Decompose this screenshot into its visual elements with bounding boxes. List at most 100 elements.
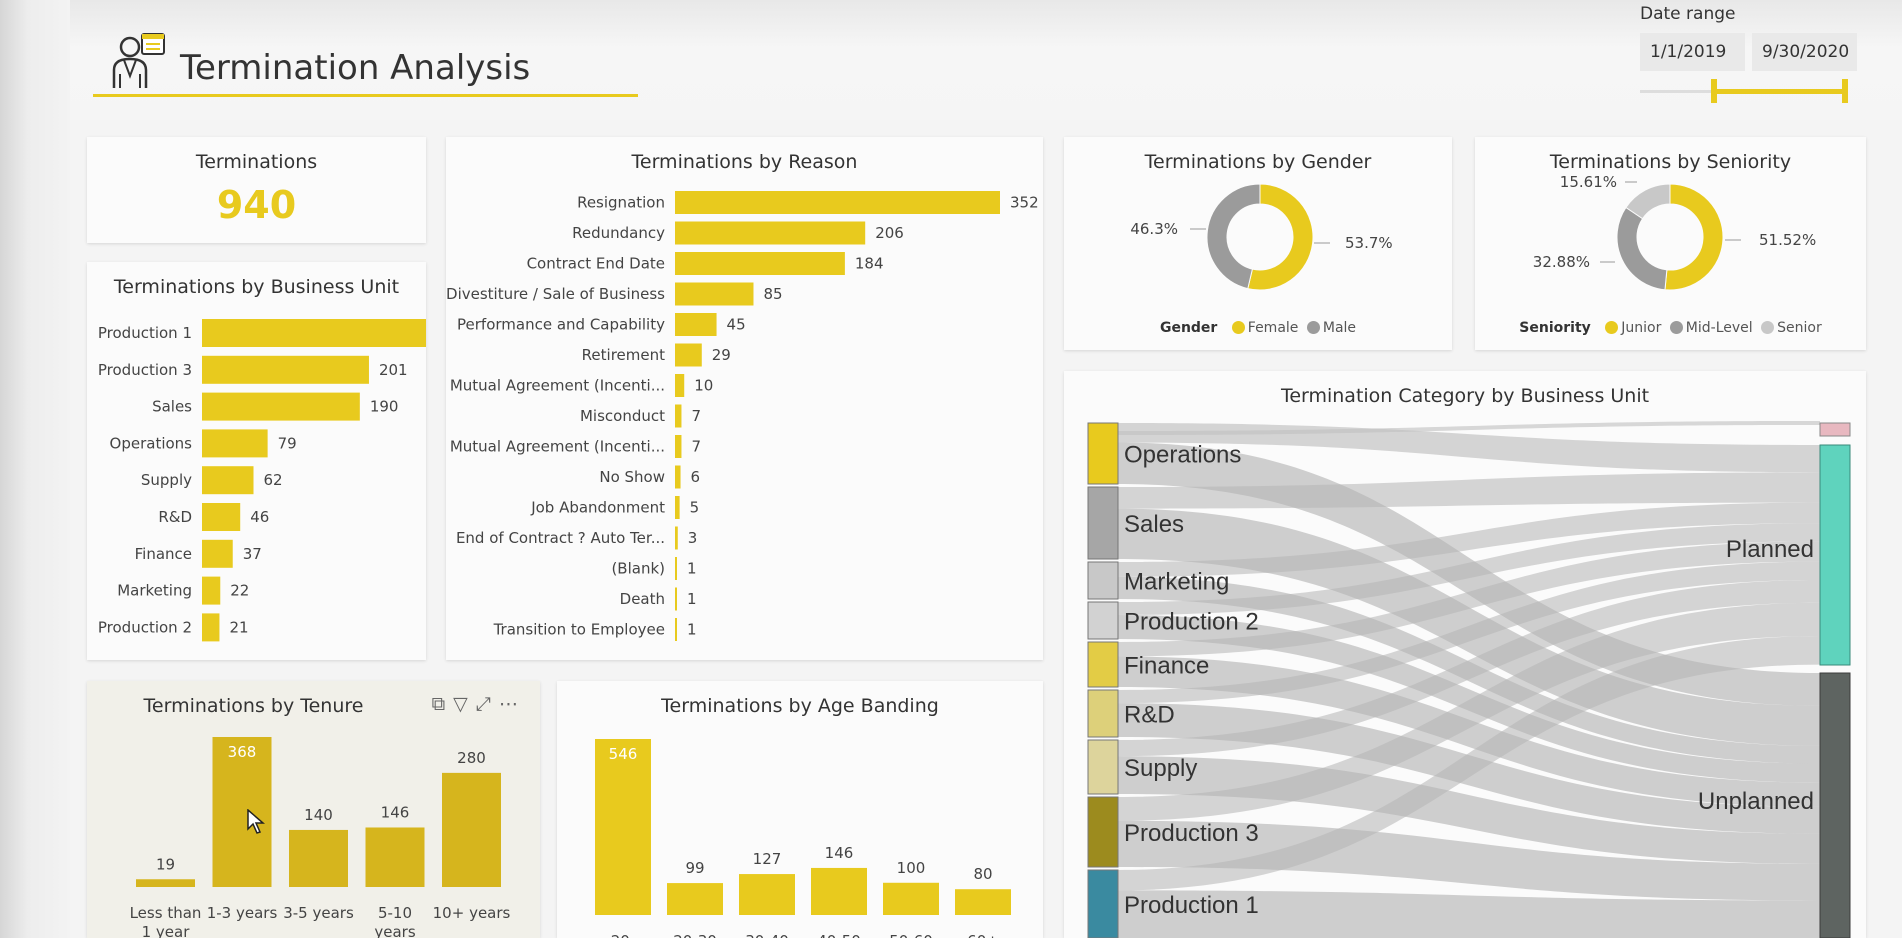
data-label: 19: [156, 855, 175, 873]
sankey-target-label: Planned: [1726, 536, 1814, 563]
tenure-card: Terminations by Tenure ⧉▽⤢⋯ 19 Less than 1…: [87, 681, 540, 938]
sankey-card: Termination Category by Business Unit Op…: [1064, 371, 1866, 938]
sankey-source-node[interactable]: [1087, 422, 1119, 485]
bar[interactable]: [202, 466, 254, 495]
data-label: 5: [690, 499, 700, 517]
data-label: 46.3%: [1130, 220, 1178, 238]
bar[interactable]: [667, 883, 723, 915]
reason-chart[interactable]: Resignation 352 Redundancy 206 Contract End …: [446, 137, 1043, 660]
data-label: 1: [687, 590, 697, 608]
bar[interactable]: [202, 539, 233, 568]
category-label: 50-60: [889, 932, 933, 938]
bar[interactable]: [675, 282, 754, 306]
date-slider-start-handle[interactable]: [1711, 79, 1717, 103]
legend-senior[interactable]: Senior: [1777, 320, 1822, 336]
sankey-source-node[interactable]: [1087, 561, 1119, 600]
bar[interactable]: [675, 191, 1000, 214]
bar[interactable]: [675, 221, 866, 245]
bar[interactable]: [442, 772, 501, 887]
category-label: Divestiture / Sale of Business: [446, 285, 665, 303]
bar[interactable]: [202, 576, 221, 605]
gender-donut-chart[interactable]: 53.7% 46.3%: [1064, 137, 1452, 350]
bar[interactable]: [136, 879, 195, 887]
bar[interactable]: [202, 319, 426, 347]
bar[interactable]: [202, 355, 369, 384]
bar[interactable]: [289, 829, 348, 887]
sankey-source-node[interactable]: [1087, 739, 1119, 795]
bar[interactable]: [202, 392, 360, 421]
sankey-source-label: Operations: [1124, 442, 1241, 469]
bar[interactable]: [675, 557, 677, 580]
bar[interactable]: [675, 313, 717, 336]
date-slider-range: [1714, 89, 1846, 94]
bar[interactable]: [675, 404, 682, 428]
bar[interactable]: [675, 526, 678, 550]
legend-mid-level[interactable]: Mid-Level: [1686, 320, 1753, 336]
bar[interactable]: [675, 374, 685, 397]
bar[interactable]: [811, 867, 867, 915]
bar[interactable]: [675, 465, 681, 489]
category-label: Resignation: [577, 194, 665, 212]
category-label: 20-30: [673, 932, 717, 938]
legend-dot-male: [1306, 321, 1320, 334]
bar[interactable]: [675, 343, 702, 367]
category-label: Supply: [141, 471, 192, 489]
date-slider-end-handle[interactable]: [1842, 79, 1848, 103]
sankey-target-node[interactable]: [1819, 444, 1851, 666]
bar[interactable]: [202, 613, 220, 642]
legend-dot-junior: [1605, 321, 1619, 334]
seniority-card: Terminations by Seniority 51.52% 32.88% 15…: [1475, 137, 1866, 350]
data-label: 62: [264, 471, 283, 489]
sankey-source-node[interactable]: [1087, 641, 1119, 688]
bar[interactable]: [202, 503, 241, 531]
bar[interactable]: [675, 435, 682, 458]
legend-title: Seniority: [1519, 320, 1591, 336]
sankey-target-label: Unplanned: [1698, 788, 1814, 815]
donut-slice[interactable]: [1616, 206, 1668, 291]
kpi-value: 940: [216, 183, 297, 227]
category-label: Sales: [152, 398, 192, 416]
bar[interactable]: [955, 889, 1011, 915]
bar[interactable]: [365, 827, 425, 887]
start-date-input[interactable]: 1/1/2019: [1640, 33, 1745, 71]
bar[interactable]: [202, 429, 268, 458]
bar[interactable]: [883, 882, 939, 915]
bar[interactable]: [739, 874, 795, 915]
business-unit-chart[interactable]: Production 1313Production 3201Sales190Op…: [87, 262, 426, 660]
date-range-label: Date range: [1640, 4, 1736, 24]
end-date-input[interactable]: 9/30/2020: [1752, 33, 1857, 71]
legend-male[interactable]: Male: [1323, 320, 1356, 336]
sankey-chart[interactable]: Operations Sales Marketing Production 2 Fina…: [1064, 371, 1866, 938]
category-label: R&D: [158, 508, 192, 526]
category-label: 60+: [967, 932, 999, 938]
sankey-target-node: [1819, 422, 1851, 437]
data-label: 15.61%: [1560, 173, 1617, 191]
tenure-chart[interactable]: 19 Less than1 year 368 1-3 years 140 3-5 year…: [87, 681, 540, 938]
bar[interactable]: [675, 496, 680, 519]
legend-dot-female: [1231, 321, 1245, 334]
bar[interactable]: [595, 739, 651, 915]
bar[interactable]: [675, 618, 677, 641]
legend-junior[interactable]: Junior: [1621, 320, 1661, 336]
seniority-donut-chart[interactable]: 51.52% 32.88% 15.61%: [1475, 137, 1866, 350]
age-banding-chart[interactable]: 546 20- 99 20-30 127 30-40 146 40-50 100 50-60 80 6…: [557, 681, 1043, 938]
donut-slice[interactable]: [1664, 183, 1724, 291]
bar[interactable]: [675, 587, 677, 611]
sankey-target-node[interactable]: [1819, 672, 1851, 938]
sankey-source-node[interactable]: [1087, 601, 1119, 640]
data-label: 146: [825, 844, 854, 862]
bar[interactable]: [675, 252, 845, 275]
legend-female[interactable]: Female: [1248, 320, 1299, 336]
data-label: 127: [753, 850, 782, 868]
sankey-source-node[interactable]: [1087, 796, 1119, 868]
category-label: Contract End Date: [527, 255, 665, 273]
data-label: 7: [691, 438, 701, 456]
data-label: 368: [228, 743, 257, 761]
category-label: Transition to Employee: [493, 621, 665, 639]
sankey-source-label: Marketing: [1124, 569, 1229, 596]
sankey-source-node[interactable]: [1087, 869, 1119, 938]
sankey-source-node[interactable]: [1087, 486, 1119, 560]
sankey-source-label: Production 2: [1124, 609, 1259, 636]
data-label: 7: [691, 407, 701, 425]
sankey-source-node[interactable]: [1087, 689, 1119, 738]
